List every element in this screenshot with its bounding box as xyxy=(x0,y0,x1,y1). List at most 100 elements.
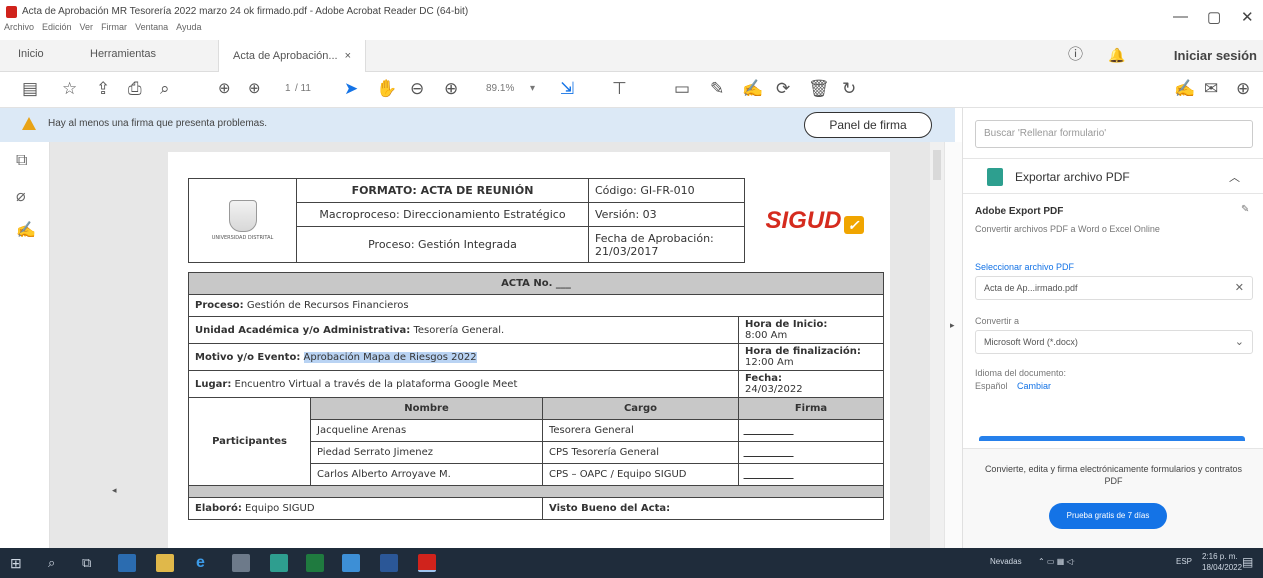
sidebar-toggle-icon[interactable]: ▤ xyxy=(22,78,38,100)
promo-text: Convierte, edita y firma electrónicament… xyxy=(984,464,1243,486)
check-icon: ✓ xyxy=(843,215,864,234)
participant-signature[interactable] xyxy=(738,419,884,442)
menu-ventana[interactable]: Ventana xyxy=(135,22,168,32)
select-cursor-icon[interactable]: ➤ xyxy=(344,78,358,100)
selected-file-field[interactable]: Acta de Ap...irmado.pdf ✕ xyxy=(975,276,1253,300)
fit-page-icon[interactable]: ⇲ xyxy=(560,78,574,100)
convert-button-partial[interactable] xyxy=(979,436,1245,441)
participant-role: CPS Tesorería General xyxy=(542,441,739,464)
hand-tool-icon[interactable]: ✋ xyxy=(376,78,397,100)
scrollbar-thumb[interactable] xyxy=(933,150,941,180)
expand-left-panel-icon[interactable]: ◂ xyxy=(112,485,117,496)
outlook-taskbar-icon[interactable] xyxy=(118,554,136,572)
tools-search-input[interactable]: Buscar 'Rellenar formulario' xyxy=(975,120,1253,148)
chevron-up-icon[interactable]: ︿ xyxy=(1229,169,1240,185)
macroprocess: Macroproceso: Direccionamiento Estratégi… xyxy=(296,202,589,227)
print-icon[interactable]: ⎙ xyxy=(128,78,142,100)
acta-number: ACTA No. ___ xyxy=(188,272,884,295)
change-language-link[interactable]: Cambiar xyxy=(1017,381,1051,391)
elaboro-value: Equipo SIGUD xyxy=(245,503,315,514)
minimize-button[interactable]: — xyxy=(1173,8,1188,25)
lugar-value: Encuentro Virtual a través de la platafo… xyxy=(234,378,518,390)
mail-icon[interactable]: ✉ xyxy=(1204,78,1218,100)
notification-center-icon[interactable]: ▤ xyxy=(1242,555,1253,569)
participant-role: Tesorera General xyxy=(542,419,739,442)
signatures-icon[interactable]: ✍ xyxy=(16,220,36,240)
excel-taskbar-icon[interactable] xyxy=(306,554,324,572)
upload-icon[interactable]: ⇪ xyxy=(96,78,110,100)
vertical-scrollbar[interactable] xyxy=(930,142,944,548)
rotate-icon[interactable]: ↻ xyxy=(842,78,856,100)
clock-date[interactable]: 18/04/2022 xyxy=(1202,563,1242,572)
signin-button[interactable]: Iniciar sesión xyxy=(1174,48,1257,63)
star-icon[interactable]: ☆ xyxy=(62,78,77,100)
document-viewer[interactable]: ◂ UNIVERSIDAD DISTRITAL FORMATO: ACTA DE… xyxy=(50,142,930,548)
stamp-icon[interactable]: ⟳ xyxy=(776,78,790,100)
edge-taskbar-icon[interactable]: e xyxy=(196,554,205,572)
weather-status[interactable]: Nevadas xyxy=(990,557,1022,566)
clear-file-icon[interactable]: ✕ xyxy=(1235,281,1244,294)
participant-name: Jacqueline Arenas xyxy=(310,419,543,442)
menu-archivo[interactable]: Archivo xyxy=(4,22,34,32)
tab-close-icon[interactable]: × xyxy=(345,50,351,62)
participant-signature[interactable] xyxy=(738,441,884,464)
signature-panel-button[interactable]: Panel de firma xyxy=(804,112,932,138)
fill-sign-icon[interactable]: ✍ xyxy=(1174,78,1195,100)
acrobat-taskbar-icon[interactable] xyxy=(418,554,436,572)
export-pdf-header[interactable]: Exportar archivo PDF ︿ xyxy=(963,158,1263,194)
col-firma: Firma xyxy=(738,397,884,420)
collapse-right-panel[interactable]: ▸ xyxy=(944,142,962,548)
export-settings-icon[interactable]: ✎ xyxy=(1241,204,1249,215)
page-number-input[interactable]: 1 xyxy=(285,83,291,94)
windows-start-icon[interactable]: ⊞ xyxy=(10,554,22,572)
menu-firmar[interactable]: Firmar xyxy=(101,22,127,32)
comment-icon[interactable]: ▭ xyxy=(674,78,690,100)
clock-time[interactable]: 2:16 p. m. xyxy=(1202,552,1238,561)
maximize-button[interactable]: ▢ xyxy=(1207,8,1221,26)
zoom-dropdown-icon[interactable]: ▾ xyxy=(530,83,535,94)
app-taskbar-icon[interactable] xyxy=(232,554,250,572)
pen-icon[interactable]: ✎ xyxy=(710,78,724,100)
zoom-in-icon[interactable]: ⊕ xyxy=(444,78,458,100)
col-nombre: Nombre xyxy=(310,397,543,420)
participant-signature[interactable] xyxy=(738,463,884,486)
share-link-icon[interactable]: ⊕ xyxy=(1236,78,1250,100)
file-explorer-taskbar-icon[interactable] xyxy=(156,554,174,572)
attachments-icon[interactable]: ⌀ xyxy=(16,186,26,206)
presentation-icon[interactable]: ⊤ xyxy=(612,78,627,100)
tray-icons[interactable]: ⌃ ▭ ▦ ◁ᐧ xyxy=(1038,557,1075,566)
pages-thumbnails-icon[interactable]: ⧉ xyxy=(16,152,27,170)
menu-ayuda[interactable]: Ayuda xyxy=(176,22,201,32)
process: Proceso: Gestión Integrada xyxy=(296,226,589,263)
menu-edicion[interactable]: Edición xyxy=(42,22,72,32)
toolbar: ▤ ☆ ⇪ ⎙ ⌕ ⊕ ⊕ 1 / 11 ➤ ✋ ⊖ ⊕ 89.1% ▾ ⇲ ⊤… xyxy=(0,72,1263,108)
tab-document[interactable]: Acta de Aprobación... × xyxy=(218,40,367,72)
zoom-level[interactable]: 89.1% xyxy=(486,83,514,94)
search-icon[interactable]: ⌕ xyxy=(160,78,170,100)
delete-icon[interactable]: 🗑 xyxy=(808,78,830,100)
skype-taskbar-icon[interactable] xyxy=(342,554,360,572)
notifications-icon[interactable]: 🔔 xyxy=(1108,44,1125,66)
next-page-icon[interactable]: ⊕ xyxy=(248,78,261,100)
convert-format-select[interactable]: Microsoft Word (*.docx) ⌄ xyxy=(975,330,1253,354)
search-taskbar-icon[interactable]: ⌕ xyxy=(48,554,55,572)
task-view-icon[interactable]: ⧉ xyxy=(82,554,91,572)
handwritten-signature-mark xyxy=(743,448,797,457)
tab-inicio[interactable]: Inicio xyxy=(18,48,44,60)
convert-to-label: Convertir a xyxy=(975,316,1020,326)
format-title: FORMATO: ACTA DE REUNIÓN xyxy=(296,178,589,203)
tab-herramientas[interactable]: Herramientas xyxy=(90,48,156,60)
prev-page-icon[interactable]: ⊕ xyxy=(218,78,231,100)
input-language[interactable]: ESP xyxy=(1176,557,1192,566)
elaboro-label: Elaboró: xyxy=(195,503,242,514)
sign-icon[interactable]: ✍ xyxy=(742,78,763,100)
word-taskbar-icon[interactable] xyxy=(380,554,398,572)
close-window-button[interactable]: ✕ xyxy=(1241,8,1254,26)
help-icon[interactable]: ⓘ xyxy=(1068,44,1083,66)
free-trial-button[interactable]: Prueba gratis de 7 días xyxy=(1049,503,1167,529)
motivo-value-highlighted[interactable]: Aprobación Mapa de Riesgos 2022 xyxy=(303,351,477,363)
menu-ver[interactable]: Ver xyxy=(80,22,94,32)
zoom-out-icon[interactable]: ⊖ xyxy=(410,78,424,100)
collapse-arrow-icon[interactable]: ▸ xyxy=(950,320,955,331)
store-taskbar-icon[interactable] xyxy=(270,554,288,572)
